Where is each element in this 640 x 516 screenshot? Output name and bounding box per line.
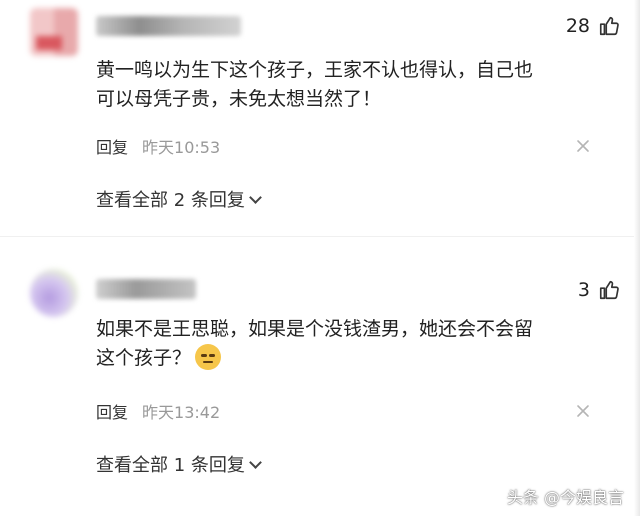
thumbs-up-icon[interactable]	[598, 15, 620, 37]
comment-text-line-2: 这个孩子？	[96, 344, 596, 373]
like-count: 28	[565, 15, 590, 37]
comment-text-line: 如果不是王思聪，如果是个没钱渣男，她还会不会留	[96, 318, 534, 340]
comment-meta: 回复 昨天13:42	[96, 399, 220, 423]
reply-button[interactable]: 回复	[96, 403, 128, 422]
timestamp: 昨天10:53	[142, 138, 221, 157]
unamused-face-emoji-icon	[195, 344, 222, 370]
timestamp: 昨天13:42	[142, 403, 221, 422]
like-count: 3	[577, 279, 590, 301]
reply-button[interactable]: 回复	[96, 138, 128, 157]
close-icon[interactable]	[576, 139, 590, 153]
comment-item: 28 黄一鸣以为生下这个孩子，王家不认也得认，自己也 可以母凭子贵，未免太想当然…	[0, 0, 640, 240]
chevron-down-icon	[249, 456, 262, 469]
divider	[0, 236, 640, 237]
username-blurred[interactable]	[96, 16, 241, 36]
watermark: 头条 @今娱良言	[506, 488, 624, 507]
view-all-replies-button[interactable]: 查看全部 1 条回复	[96, 451, 262, 477]
comment-text: 如果不是王思聪，如果是个没钱渣男，她还会不会留 这个孩子？	[96, 315, 596, 373]
comment-text-line: 黄一鸣以为生下这个孩子，王家不认也得认，自己也	[96, 59, 534, 81]
close-icon[interactable]	[576, 404, 590, 418]
username-blurred[interactable]	[96, 279, 196, 299]
comment-text: 黄一鸣以为生下这个孩子，王家不认也得认，自己也 可以母凭子贵，未免太想当然了！	[96, 56, 596, 114]
avatar[interactable]	[30, 8, 78, 56]
view-replies-label: 查看全部 1 条回复	[96, 455, 245, 476]
comment-text-segment: 这个孩子？	[96, 347, 192, 369]
comment-item: 3 如果不是王思聪，如果是个没钱渣男，她还会不会留 这个孩子？ 回复 昨天13:4…	[0, 255, 640, 485]
thumbs-up-icon[interactable]	[598, 279, 620, 301]
comment-text-line: 可以母凭子贵，未免太想当然了！	[96, 88, 382, 110]
view-all-replies-button[interactable]: 查看全部 2 条回复	[96, 186, 262, 212]
comment-meta: 回复 昨天10:53	[96, 134, 220, 158]
scroll-edge	[634, 0, 640, 516]
view-replies-label: 查看全部 2 条回复	[96, 190, 245, 211]
chevron-down-icon	[249, 191, 262, 204]
avatar[interactable]	[30, 269, 78, 317]
